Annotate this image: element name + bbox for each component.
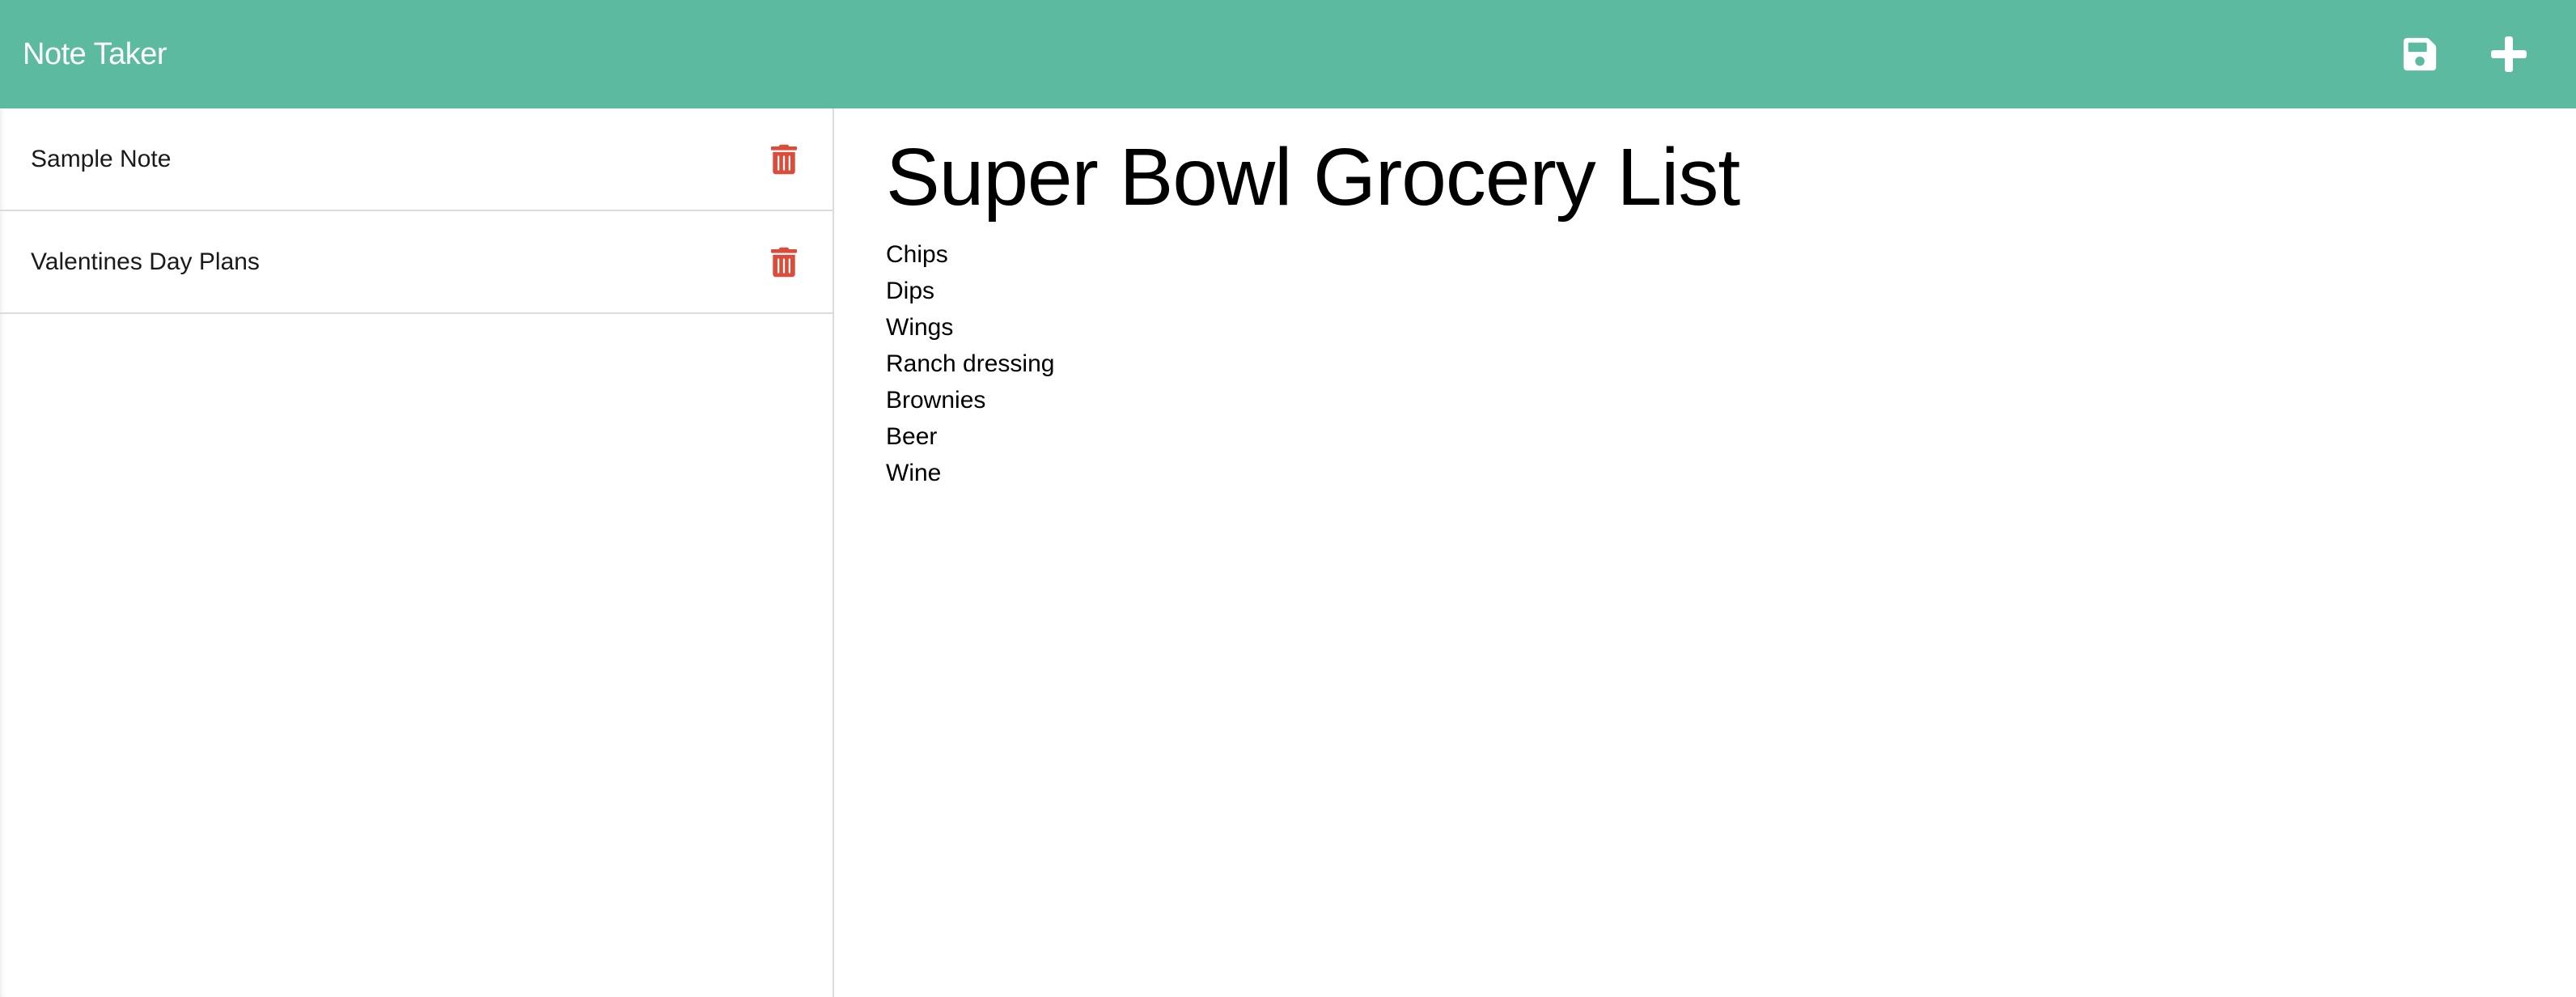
note-list-item[interactable]: Valentines Day Plans: [0, 211, 833, 314]
note-list-item[interactable]: Sample Note: [0, 108, 833, 211]
note-text[interactable]: Chips Dips Wings Ranch dressing Brownies…: [886, 236, 2524, 491]
note-text-line: Wings: [886, 314, 954, 341]
note-editor: Super Bowl Grocery List Chips Dips Wings…: [834, 108, 2576, 997]
save-icon: [2403, 37, 2437, 71]
delete-note-button[interactable]: [768, 244, 800, 281]
note-list: Sample Note Valentines Day Plans: [0, 108, 833, 314]
note-text-line: Wine: [886, 460, 942, 486]
note-text-line: Chips: [886, 241, 948, 268]
trash-icon: [771, 247, 797, 277]
new-note-button[interactable]: [2487, 32, 2531, 76]
note-text-line: Beer: [886, 423, 938, 450]
note-title[interactable]: Super Bowl Grocery List: [886, 129, 2524, 225]
note-list-item-title[interactable]: Sample Note: [31, 146, 171, 173]
save-note-button[interactable]: [2398, 32, 2442, 76]
note-list-sidebar: Sample Note Valentines Day Plans: [0, 108, 834, 997]
note-text-line: Dips: [886, 278, 935, 304]
note-text-line: Ranch dressing: [886, 350, 1055, 377]
note-text-line: Brownies: [886, 387, 986, 414]
navbar-actions: [2398, 32, 2531, 76]
delete-note-button[interactable]: [768, 141, 800, 178]
note-list-item-title[interactable]: Valentines Day Plans: [31, 248, 260, 276]
app-brand[interactable]: Note Taker: [23, 37, 167, 72]
navbar: Note Taker: [0, 0, 2576, 108]
plus-icon: [2491, 36, 2527, 72]
trash-icon: [771, 144, 797, 174]
